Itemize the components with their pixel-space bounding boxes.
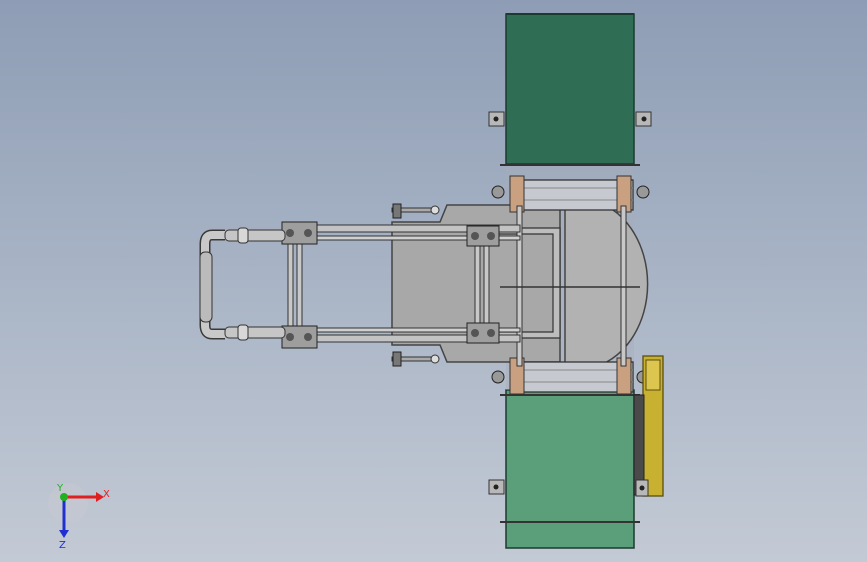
lever-bottom[interactable] xyxy=(391,351,440,367)
joint-lower-right xyxy=(466,322,500,344)
coordinate-triad: X Y Z xyxy=(48,483,110,551)
lever-top[interactable] xyxy=(391,203,440,219)
triad-x-label: X xyxy=(103,489,110,500)
triad-y-label: Y xyxy=(56,483,64,494)
mount-bracket-left-bottom xyxy=(488,479,505,495)
assembly-model[interactable]: X Y Z xyxy=(0,0,867,562)
turntable-disc[interactable] xyxy=(564,199,649,369)
belt-top[interactable] xyxy=(505,13,635,165)
joint-upper-right xyxy=(466,225,500,247)
cad-graphics-area[interactable]: X Y Z xyxy=(0,0,867,562)
mount-bracket-left-top xyxy=(488,111,505,127)
joint-lower-left xyxy=(281,325,318,349)
belt-bottom[interactable] xyxy=(505,389,635,549)
triad-z-label: Z xyxy=(59,540,66,551)
handle-grip[interactable] xyxy=(199,227,286,341)
joint-upper-left xyxy=(281,221,318,245)
mount-bracket-right-top xyxy=(635,111,652,127)
